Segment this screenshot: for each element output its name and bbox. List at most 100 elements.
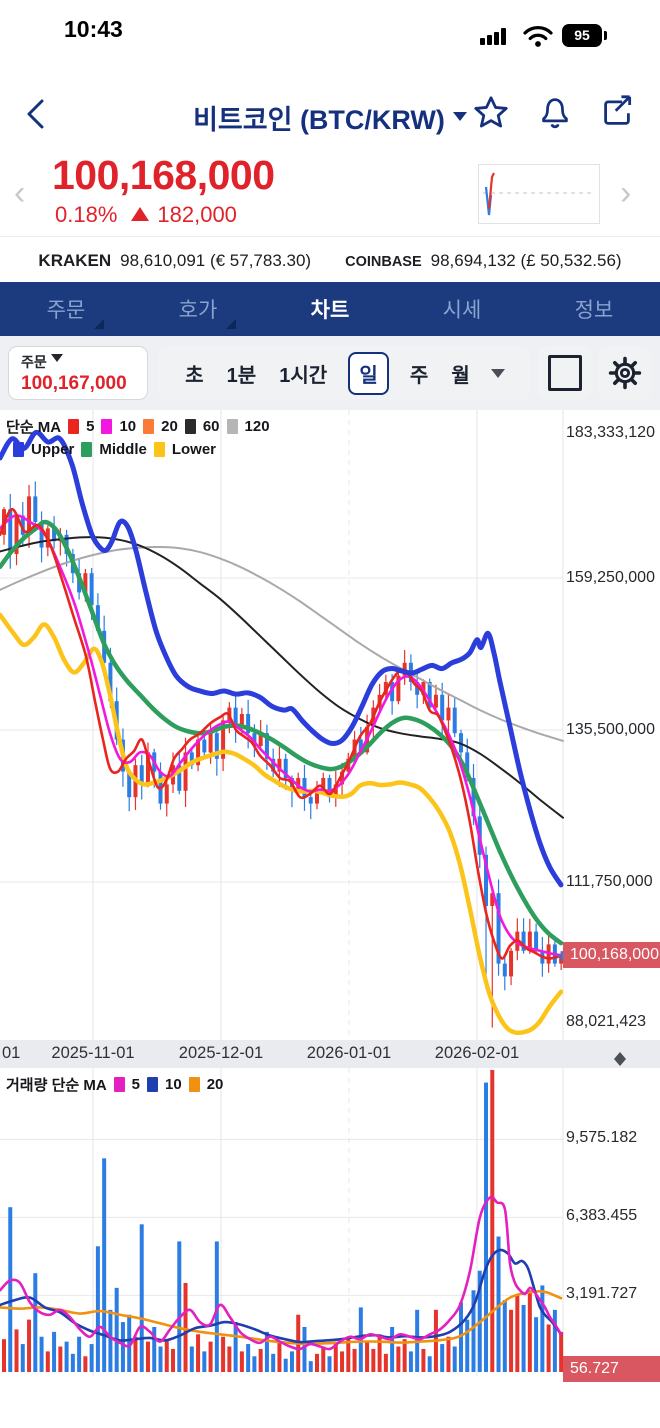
legend-label: Middle: [99, 441, 147, 458]
volume-axis-label: 9,575.182: [566, 1129, 638, 1147]
change-amount: 182,000: [157, 202, 237, 227]
legend-chip-icon: [226, 419, 238, 434]
exchange-name: COINBASE: [345, 254, 422, 270]
mini-sparkline[interactable]: [478, 164, 600, 224]
battery-nub: [604, 31, 607, 40]
legend-label: Upper: [31, 441, 75, 458]
order-price-value: 100,167,000: [21, 373, 127, 394]
next-symbol-button[interactable]: ›: [620, 176, 631, 210]
price-axis-label: 111,750,000: [566, 873, 653, 890]
timeframe-day[interactable]: 일: [348, 351, 389, 395]
legend-label: 5: [131, 1076, 141, 1093]
timeframe-dropdown-icon[interactable]: [490, 369, 505, 385]
legend-label: 20: [161, 418, 178, 435]
timeframe-min1[interactable]: 1분: [225, 355, 259, 392]
timeframe-segment: 초 1분 1시간 일 주 월: [158, 346, 530, 400]
legend-label: 120: [244, 418, 270, 435]
bell-icon: [542, 98, 568, 129]
fullscreen-button[interactable]: [538, 346, 592, 400]
gear-icon: [608, 356, 642, 390]
chevron-down-icon: [50, 354, 63, 368]
legend-chip-icon: [81, 442, 93, 457]
wifi-icon: [522, 24, 554, 53]
timeframe-month[interactable]: 월: [449, 355, 471, 392]
chevron-down-icon: [452, 112, 467, 128]
date-axis-label: 2025-12-01: [178, 1044, 264, 1062]
date-axis-label: 2026-01-01: [306, 1044, 392, 1062]
price-axis-label: 135,500,000: [566, 721, 655, 738]
exchange-price: 98,610,091 (€ 57,783.30): [120, 251, 312, 270]
tab-orderbook[interactable]: 호가: [132, 282, 264, 336]
order-label: 주문: [21, 354, 47, 370]
price-axis-label: 183,333,120: [566, 424, 655, 441]
tab-caret-icon: [226, 319, 236, 329]
up-arrow-icon: [131, 198, 150, 221]
price-summary: ‹ 100,168,000 0.18% 182,000 ›: [0, 150, 660, 236]
legend-chip-icon: [113, 1077, 125, 1092]
timeframe-week[interactable]: 주: [408, 355, 430, 392]
favorite-button[interactable]: [472, 94, 510, 132]
tab-info[interactable]: 정보: [528, 282, 660, 336]
bollinger-legend: Upper Middle Lower: [6, 441, 216, 458]
change-percent: 0.18%: [55, 202, 118, 227]
legend-chip-icon: [184, 419, 196, 434]
legend-chip-icon: [13, 442, 24, 457]
legend-label: 10: [165, 1076, 182, 1093]
legend-title: 거래량 단순 MA: [6, 1077, 107, 1094]
legend-title: 단순 MA: [6, 419, 62, 436]
legend-label: 20: [206, 1076, 224, 1093]
title-bar: 비트코인 (BTC/KRW): [0, 88, 660, 146]
price-axis-label: 159,250,000: [566, 569, 655, 586]
exchange-item: KRAKEN 98,610,091 (€ 57,783.30): [38, 251, 311, 271]
legend-label: 5: [86, 418, 95, 435]
legend-label: 10: [119, 418, 137, 435]
legend-chip-icon: [188, 1077, 200, 1092]
legend-chip-icon: [147, 1077, 159, 1092]
price-axis-label: 88,021,423: [566, 1013, 647, 1030]
current-price-badge: 100,168,000: [563, 942, 660, 968]
share-button[interactable]: [598, 93, 636, 131]
star-icon: [474, 96, 508, 128]
tab-quotes[interactable]: 시세: [396, 282, 528, 336]
symbol-title: 비트코인 (BTC/KRW): [193, 105, 445, 135]
clock: 10:43: [64, 16, 123, 42]
volume-axis-label: 6,383.455: [566, 1207, 638, 1225]
square-icon: [548, 355, 582, 391]
timeframe-sec[interactable]: 초: [183, 355, 205, 392]
cellular-signal-icon: [480, 28, 506, 45]
battery-icon: 95: [562, 24, 602, 47]
tab-chart[interactable]: 차트: [264, 282, 396, 336]
divider: [0, 236, 660, 237]
volume-legend: 거래량 단순 MA 5 10 20: [6, 1074, 223, 1095]
legend-label: 60: [202, 418, 220, 435]
volume-chart-canvas[interactable]: [0, 1068, 660, 1376]
legend-label: Lower: [171, 441, 217, 458]
order-price-button[interactable]: 주문 100,167,000: [8, 346, 148, 400]
legend-chip-icon: [101, 419, 113, 434]
chart-toolbar: 주문 100,167,000 초 1분 1시간 일 주 월: [0, 336, 660, 410]
legend-chip-icon: [153, 442, 165, 457]
notifications-button[interactable]: [536, 93, 574, 131]
legend-chip-icon: [68, 419, 80, 434]
legend-chip-icon: [143, 419, 155, 434]
current-volume-badge: 56.727: [563, 1356, 660, 1382]
settings-button[interactable]: [598, 346, 652, 400]
status-bar: 10:43 95: [0, 0, 660, 58]
nav-tab-bar: 주문 호가 차트 시세 정보: [0, 282, 660, 336]
ma-legend: 단순 MA 5 10 20 60 120: [6, 416, 270, 437]
tab-order[interactable]: 주문: [0, 282, 132, 336]
exchange-price: 98,694,132 (£ 50,532.56): [430, 251, 622, 270]
price-chart-canvas[interactable]: [0, 410, 660, 1040]
date-axis-label: 01: [2, 1044, 21, 1062]
price-change-row: 0.18% 182,000: [55, 202, 237, 228]
exchange-item: COINBASE 98,694,132 (£ 50,532.56): [345, 251, 621, 271]
date-axis-label: 2025-11-01: [51, 1044, 135, 1062]
share-icon: [604, 95, 632, 125]
date-axis-label: 2026-02-01: [434, 1044, 520, 1062]
current-price: 100,168,000: [52, 152, 275, 198]
exchange-name: KRAKEN: [38, 251, 112, 270]
prev-symbol-button[interactable]: ‹: [14, 176, 25, 210]
volume-axis-label: 3,191.727: [566, 1285, 638, 1303]
timeframe-hour1[interactable]: 1시간: [277, 355, 329, 392]
tab-caret-icon: [94, 319, 104, 329]
